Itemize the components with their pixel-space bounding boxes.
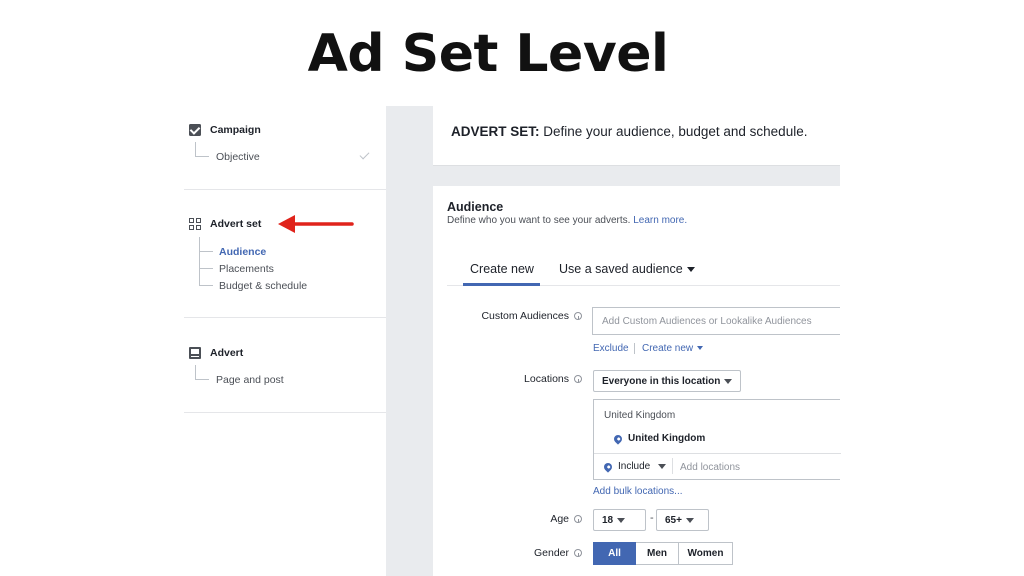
dropdown-value: Everyone in this location — [602, 375, 721, 387]
location-pin-icon — [612, 432, 624, 445]
tree-connector — [199, 285, 213, 286]
age-label: Age — [550, 513, 582, 525]
tab-label: Use a saved audience — [559, 262, 683, 276]
audience-card: Audience Define who you want to see your… — [433, 186, 841, 576]
sidebar-item-page-and-post[interactable]: Page and post — [216, 374, 284, 386]
chevron-down-icon — [658, 464, 667, 469]
info-icon[interactable] — [574, 515, 582, 523]
custom-audiences-input[interactable]: Add Custom Audiences or Lookalike Audien… — [592, 307, 840, 335]
create-new-dropdown[interactable]: Create new — [642, 343, 704, 354]
sidebar-section-title: Advert set — [210, 218, 262, 230]
tree-connector — [199, 237, 200, 285]
page-title: ADVERT SET: Define your audience, budget… — [451, 124, 807, 139]
audience-description-text: Define who you want to see your adverts. — [447, 215, 634, 226]
selected-location[interactable]: United Kingdom — [612, 432, 706, 445]
tree-connector — [199, 268, 213, 269]
chevron-down-icon — [724, 378, 733, 384]
location-type-dropdown[interactable]: Everyone in this location — [593, 370, 742, 392]
page-headline: Ad Set Level — [307, 24, 669, 84]
field-label: Locations — [524, 373, 569, 385]
custom-audiences-placeholder: Add Custom Audiences or Lookalike Audien… — [602, 316, 812, 327]
locations-label: Locations — [524, 373, 582, 385]
audience-title: Audience — [447, 200, 504, 214]
checkbox-checked-icon — [189, 124, 201, 136]
sidebar-section-advert: Advert Page and post — [184, 318, 386, 412]
main-panel: ADVERT SET: Define your audience, budget… — [386, 106, 841, 576]
chevron-down-icon — [686, 267, 695, 273]
age-max-dropdown[interactable]: 65+ — [656, 509, 709, 531]
tree-connector — [195, 365, 196, 380]
tab-create-new[interactable]: Create new — [470, 262, 534, 276]
info-icon[interactable] — [574, 312, 582, 320]
field-label: Custom Audiences — [481, 310, 569, 322]
sidebar-item-audience[interactable]: Audience — [219, 246, 266, 258]
create-new-label: Create new — [642, 343, 694, 354]
age-range-separator: - — [650, 512, 654, 524]
info-icon[interactable] — [574, 549, 582, 557]
custom-audiences-label: Custom Audiences — [481, 310, 582, 322]
chevron-down-icon — [617, 517, 626, 523]
learn-more-link[interactable]: Learn more. — [633, 215, 687, 226]
age-min-dropdown[interactable]: 18 — [593, 509, 646, 531]
field-label: Gender — [533, 547, 569, 559]
sidebar-section-campaign: Campaign Objective — [184, 106, 386, 189]
sidebar-item-campaign[interactable]: Campaign — [189, 124, 261, 136]
locations-box: United Kingdom United Kingdom Include Ad… — [593, 399, 841, 480]
selected-location-name: United Kingdom — [628, 433, 706, 444]
dropdown-value: 65+ — [665, 514, 682, 526]
gender-men-button[interactable]: Men — [636, 542, 679, 565]
divider — [672, 458, 673, 474]
gender-label: Gender — [534, 547, 582, 559]
sidebar-item-advert-set[interactable]: Advert set — [189, 218, 261, 230]
active-tab-indicator — [463, 283, 540, 286]
tree-connector — [195, 379, 209, 380]
sidebar-item-budget-schedule[interactable]: Budget & schedule — [219, 280, 307, 292]
page-title-text: Define your audience, budget and schedul… — [539, 124, 808, 139]
field-label: Age — [550, 513, 569, 525]
location-pin-icon — [602, 460, 614, 473]
audience-description: Define who you want to see your adverts.… — [447, 215, 687, 226]
tree-connector — [195, 156, 209, 157]
info-icon[interactable] — [574, 375, 582, 383]
completed-check-icon — [359, 149, 370, 160]
include-dropdown[interactable]: Include — [602, 460, 667, 473]
chevron-down-icon — [685, 517, 694, 523]
header-card: ADVERT SET: Define your audience, budget… — [433, 106, 840, 166]
divider — [184, 412, 386, 413]
divider — [594, 453, 841, 454]
sidebar-item-placements[interactable]: Placements — [219, 263, 274, 275]
include-label: Include — [618, 461, 651, 472]
tree-connector — [195, 142, 196, 157]
tab-use-saved-audience[interactable]: Use a saved audience — [559, 262, 695, 276]
sidebar-section-title: Campaign — [210, 124, 261, 136]
sidebar-section-advert-set: Advert set Audience Placements Budget & … — [184, 190, 386, 317]
sidebar-item-advert[interactable]: Advert — [189, 347, 243, 359]
sidebar-nav: Campaign Objective Advert set Audience P… — [184, 106, 386, 576]
gender-all-button[interactable]: All — [593, 542, 636, 565]
divider — [634, 343, 635, 354]
grid-icon — [189, 218, 201, 230]
dropdown-value: 18 — [602, 514, 614, 526]
tree-connector — [199, 251, 213, 252]
page-title-prefix: ADVERT SET: — [451, 124, 540, 139]
advert-icon — [189, 347, 201, 359]
red-arrow-annotation — [278, 215, 354, 233]
add-locations-input[interactable]: Add locations — [680, 462, 740, 473]
sidebar-item-objective[interactable]: Objective — [216, 151, 260, 163]
location-group-label: United Kingdom — [604, 410, 676, 421]
exclude-link[interactable]: Exclude — [593, 343, 629, 354]
sidebar-section-title: Advert — [210, 347, 244, 359]
add-bulk-locations-link[interactable]: Add bulk locations... — [593, 486, 683, 497]
gender-women-button[interactable]: Women — [678, 542, 733, 565]
chevron-down-icon — [697, 346, 704, 351]
